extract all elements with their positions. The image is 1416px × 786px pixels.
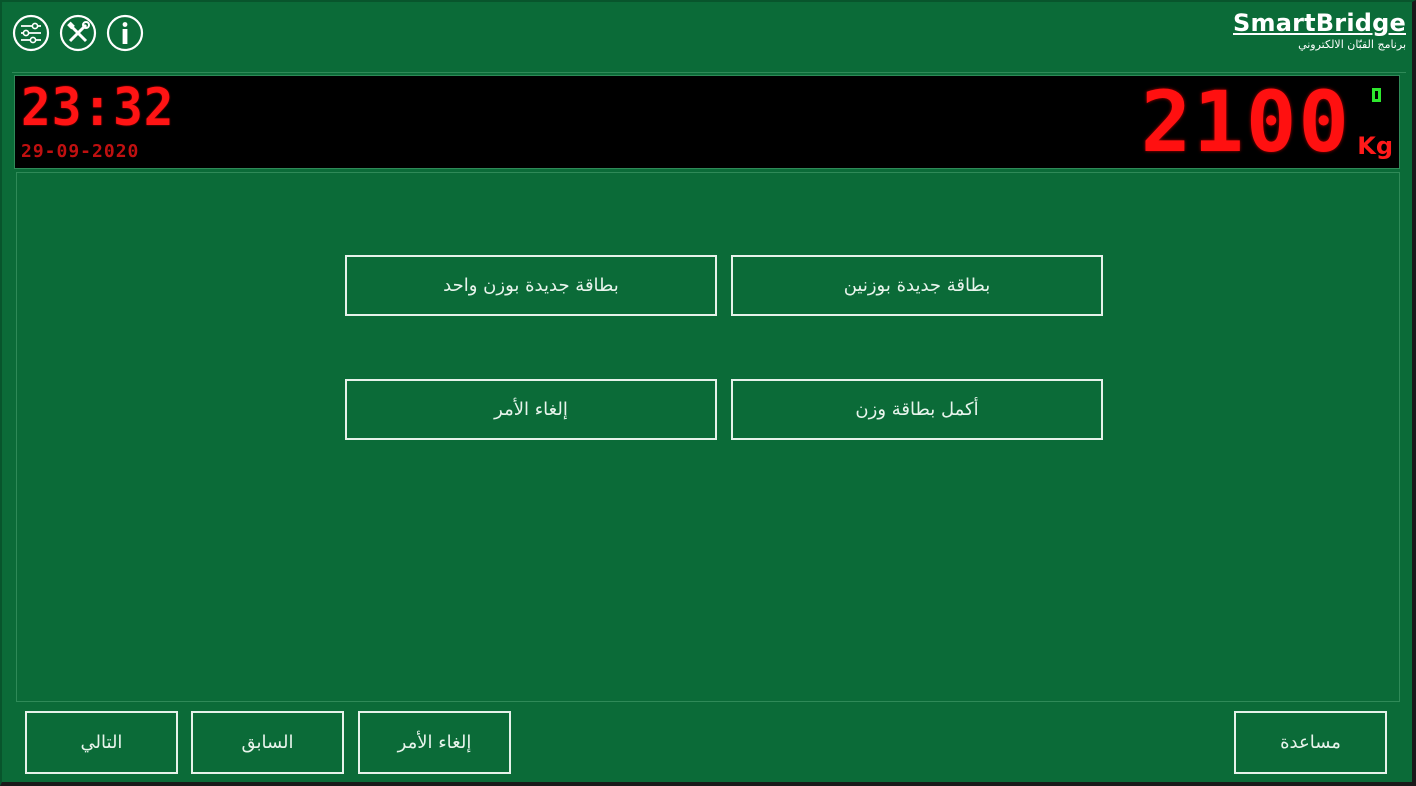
previous-button[interactable]: السابق bbox=[191, 711, 344, 774]
stable-indicator bbox=[1372, 88, 1381, 102]
single-weigh-card-button[interactable]: بطاقة جديدة بوزن واحد bbox=[345, 255, 717, 316]
weight-unit: Kg bbox=[1357, 132, 1393, 160]
main-menu-area: بطاقة جديدة بوزن واحد بطاقة جديدة بوزنين… bbox=[16, 172, 1400, 702]
settings-sliders-icon[interactable] bbox=[12, 14, 50, 52]
tools-icon[interactable] bbox=[59, 14, 97, 52]
cancel-command-button[interactable]: إلغاء الأمر bbox=[345, 379, 717, 440]
next-button[interactable]: التالي bbox=[25, 711, 178, 774]
info-icon[interactable] bbox=[106, 14, 144, 52]
complete-weigh-card-button[interactable]: أكمل بطاقة وزن bbox=[731, 379, 1103, 440]
clock-time: 23:32 bbox=[21, 78, 175, 138]
header-bar: SmartBridge برنامج القبّان الالكتروني bbox=[2, 2, 1412, 74]
brand-logo: SmartBridge برنامج القبّان الالكتروني bbox=[1233, 8, 1406, 52]
footer-cancel-button[interactable]: إلغاء الأمر bbox=[358, 711, 511, 774]
app-window: SmartBridge برنامج القبّان الالكتروني 23… bbox=[0, 0, 1416, 786]
two-weigh-card-button[interactable]: بطاقة جديدة بوزنين bbox=[731, 255, 1103, 316]
brand-subtitle: برنامج القبّان الالكتروني bbox=[1298, 38, 1406, 51]
scale-display-panel: 23:32 29-09-2020 2100 Kg bbox=[14, 75, 1400, 169]
weight-readout: 2100 bbox=[1140, 73, 1351, 171]
brand-name: SmartBridge bbox=[1233, 9, 1406, 37]
clock-date: 29-09-2020 bbox=[21, 141, 140, 162]
help-button[interactable]: مساعدة bbox=[1234, 711, 1387, 774]
